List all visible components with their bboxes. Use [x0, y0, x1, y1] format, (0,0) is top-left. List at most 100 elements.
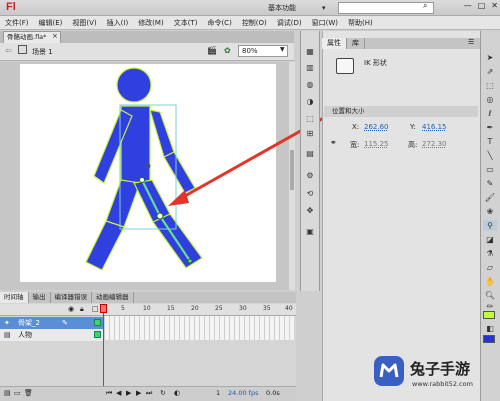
frame-rate[interactable]: 24.00 fps [228, 389, 258, 397]
prev-frame-icon[interactable]: ◀ [116, 389, 121, 397]
bone-joint-knee [156, 212, 164, 220]
swatches-icon[interactable]: ▦ [303, 46, 317, 58]
figure-head [116, 67, 152, 103]
frame-number: 5 [121, 305, 125, 312]
tab-output[interactable]: 输出 [29, 292, 51, 303]
frame-number: 35 [263, 305, 271, 312]
layer-name[interactable]: 人物 [18, 329, 32, 341]
y-field[interactable]: 416.15 [422, 123, 447, 131]
motion-presets-icon[interactable]: ⚙ [303, 170, 317, 182]
layer-row-armature[interactable]: ✦ 骨架_2 ✎ [0, 317, 104, 329]
frames-grid[interactable] [104, 316, 294, 340]
layer-icon: ▤ [4, 331, 11, 339]
info-icon[interactable]: ◑ [303, 96, 317, 108]
zoom-tool-icon[interactable]: 🔍︎ [483, 290, 497, 301]
current-frame: 1 [216, 389, 221, 397]
tab-timeline[interactable]: 时间轴 [0, 292, 29, 303]
next-frame-icon[interactable]: ▶ [136, 389, 141, 397]
width-field[interactable]: 115.25 [364, 140, 389, 148]
eye-icon[interactable]: ◉ [68, 305, 74, 313]
ik-shape-icon [336, 58, 354, 74]
loop-icon[interactable]: ↻ [160, 389, 166, 397]
history-icon[interactable]: ⟲ [303, 188, 317, 200]
figure-left-thigh [105, 179, 141, 228]
last-frame-icon[interactable]: ⏭ [146, 389, 152, 398]
layer-row-person[interactable]: ▤ 人物 [0, 329, 104, 341]
3d-rotation-tool-icon[interactable]: ◎ [483, 94, 497, 105]
play-icon[interactable]: ▶ [126, 389, 131, 397]
color-icon[interactable]: ◍ [303, 79, 317, 91]
eraser-tool-icon[interactable]: ▱ [483, 262, 497, 273]
figure-right-arm-lower [163, 151, 196, 194]
delete-icon[interactable]: 🗑︎ [24, 389, 33, 397]
timeline-tabs: 时间轴 输出 编译器错误 动画编辑器 [0, 292, 296, 303]
armature-icon: ✦ [4, 319, 10, 327]
first-frame-icon[interactable]: ⏮ [106, 389, 112, 398]
pen-tool-icon[interactable]: ✒ [483, 122, 497, 133]
pencil-icon: ✎ [62, 319, 68, 327]
brush-tool-icon[interactable]: 🖌︎ [483, 192, 497, 203]
frame-number: 15 [167, 305, 175, 312]
tab-library[interactable]: 库 [347, 38, 365, 49]
height-field[interactable]: 272.30 [422, 140, 447, 148]
pencil-tool-icon[interactable]: ✎ [483, 178, 497, 189]
stroke-color-swatch[interactable] [483, 311, 495, 319]
section-position-size[interactable]: 位置和大小 [324, 106, 478, 117]
movie-explorer-icon[interactable]: ✥ [303, 205, 317, 217]
frame-number: 10 [143, 305, 151, 312]
playhead-handle[interactable] [100, 304, 107, 313]
frame-number: 25 [215, 305, 223, 312]
walking-figure[interactable] [85, 67, 203, 271]
text-tool-icon[interactable]: T [483, 136, 497, 147]
watermark-logo [374, 356, 404, 386]
x-field[interactable]: 262.60 [364, 123, 389, 131]
link-icon[interactable]: ⚭ [330, 138, 337, 147]
object-type-label: IK 形状 [364, 59, 387, 67]
tab-compiler-errors[interactable]: 编译器错误 [51, 292, 92, 303]
panel-menu-icon[interactable]: ☰ [468, 38, 474, 46]
rectangle-tool-icon[interactable]: ▭ [483, 164, 497, 175]
new-layer-icon[interactable]: ▤ [4, 389, 11, 397]
components-icon[interactable]: ⊞ [303, 128, 317, 140]
transform-icon[interactable]: ⬚ [303, 113, 317, 125]
scene-panel-icon[interactable]: ▣ [303, 226, 317, 238]
bone-joint-hip [139, 177, 145, 183]
bone-joint-ankle [187, 258, 193, 264]
layer-name[interactable]: 骨架_2 [18, 317, 40, 329]
lasso-tool-icon[interactable]: ℓ [483, 108, 497, 119]
onion-skin-icon[interactable]: ◐ [174, 389, 180, 397]
figure-left-shin [85, 220, 125, 271]
line-tool-icon[interactable]: ╲ [483, 150, 497, 161]
frame-number: 20 [191, 305, 199, 312]
free-transform-tool-icon[interactable]: ⬚ [483, 80, 497, 91]
hand-tool-icon[interactable]: ✋ [483, 276, 497, 287]
selection-tool-icon[interactable]: ➤ [483, 52, 497, 63]
watermark-title: 兔子手游 [410, 361, 471, 378]
code-snippets-icon[interactable]: ▤ [303, 148, 317, 160]
width-label: 宽: [350, 141, 360, 149]
fill-color-swatch[interactable] [483, 335, 495, 343]
subselection-tool-icon[interactable]: ⇗ [483, 66, 497, 77]
properties-panel [322, 31, 480, 401]
eyedropper-tool-icon[interactable]: ⚗ [483, 248, 497, 259]
elapsed-time: 0.0s [266, 389, 280, 397]
playhead[interactable] [103, 304, 104, 396]
new-folder-icon[interactable]: ▭ [14, 389, 21, 397]
paint-bucket-tool-icon[interactable]: ◪ [483, 234, 497, 245]
y-label: Y: [410, 123, 416, 131]
tab-motion-editor[interactable]: 动画编辑器 [92, 292, 134, 303]
bone-tool-icon[interactable]: ⚲ [483, 220, 497, 231]
fill-color-icon[interactable]: ◧ [483, 323, 497, 334]
tab-properties[interactable]: 属性 [322, 38, 347, 49]
outline-icon[interactable]: □ [92, 305, 99, 313]
properties-tabs: 属性 库 [322, 38, 480, 49]
frame-number: 30 [239, 305, 247, 312]
watermark-url: www.rabbit52.com [412, 380, 473, 388]
frame-number: 40 [285, 305, 293, 312]
align-icon[interactable]: ▥ [303, 62, 317, 74]
height-label: 高: [408, 141, 418, 149]
x-label: X: [352, 123, 360, 131]
deco-tool-icon[interactable]: ❀ [483, 206, 497, 217]
figure-right-arm-upper [149, 109, 175, 158]
lock-icon[interactable]: 🔒︎ [80, 305, 84, 314]
